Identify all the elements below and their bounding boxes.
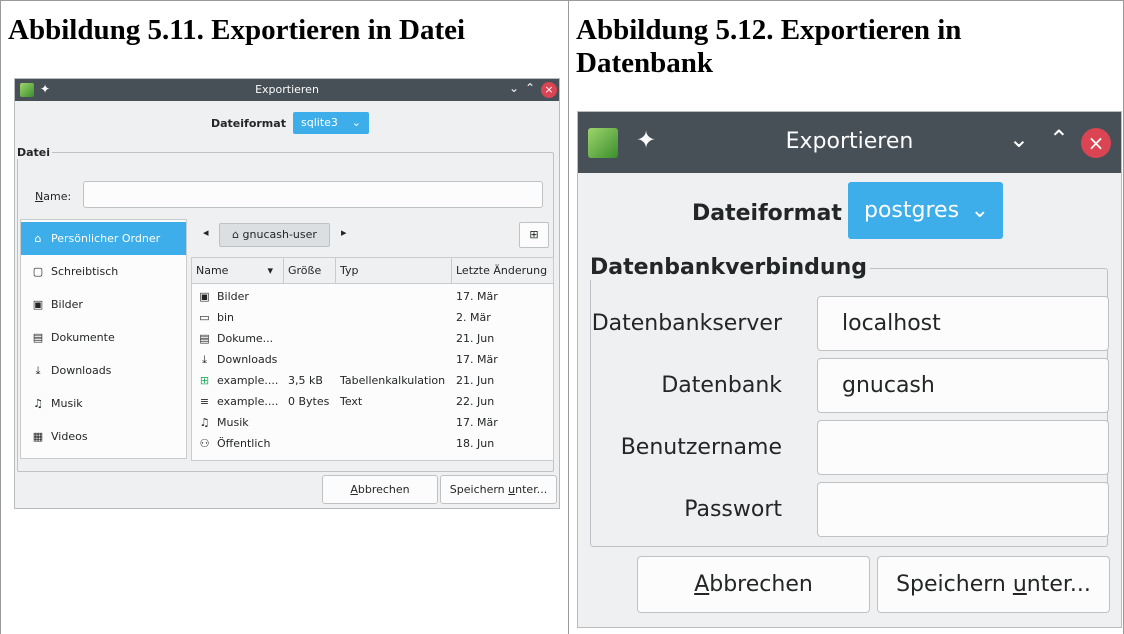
place-home[interactable]: ⌂ Persönlicher Ordner — [21, 222, 186, 255]
name-input[interactable] — [83, 181, 543, 208]
format-select[interactable]: sqlite3 ⌄ — [293, 112, 369, 134]
place-label: Dokumente — [51, 331, 115, 344]
documents-icon: ▤ — [199, 332, 210, 345]
back-arrow-icon[interactable]: ◂ — [203, 226, 209, 239]
database-connection-label: Datenbankverbindung — [590, 255, 870, 280]
db-server-input[interactable]: localhost — [817, 296, 1109, 351]
downloads-icon: ⤓ — [202, 353, 207, 366]
public-icon: ⚇ — [199, 437, 210, 450]
table-row[interactable]: ▣ Bilder 17. Mär — [192, 286, 553, 307]
db-server-label: Datenbankserver — [591, 311, 782, 336]
table-column-divider — [568, 0, 569, 634]
close-icon[interactable]: × — [541, 82, 557, 98]
place-label: Bilder — [51, 298, 83, 311]
downloads-icon: ⤓ — [35, 364, 41, 377]
breadcrumb-label: gnucash-user — [242, 228, 317, 241]
location-bar: ◂ ⌂ gnucash-user ▸ ⊞ — [191, 220, 553, 250]
db-name-label: Datenbank — [661, 373, 782, 398]
column-header-type[interactable]: Typ — [336, 258, 452, 283]
spreadsheet-icon: ⊞ — [199, 374, 210, 387]
file-list-header: Name ▾ Größe Typ Letzte Änderung — [192, 258, 553, 284]
place-documents[interactable]: ▤ Dokumente — [21, 321, 186, 354]
table-row[interactable]: ♫ Musik 17. Mär — [192, 412, 553, 433]
maximize-icon[interactable]: ⌃ — [525, 81, 535, 95]
file-list: Name ▾ Größe Typ Letzte Änderung ▣ Bilder … — [191, 257, 554, 461]
format-label: Dateiformat — [211, 117, 286, 130]
table-row[interactable]: ≡ example.... 0 Bytes Text 22. Jun — [192, 391, 553, 412]
format-value: postgres — [864, 198, 960, 223]
minimize-icon[interactable]: ⌄ — [509, 81, 519, 95]
format-value: sqlite3 — [301, 116, 338, 129]
cancel-button[interactable]: Abbrechen — [637, 556, 870, 613]
new-folder-icon: ⊞ — [529, 228, 539, 241]
column-header-size[interactable]: Größe — [284, 258, 336, 283]
videos-icon: ▦ — [32, 430, 44, 443]
title-bar: ✦ Exportieren ⌄ ⌃ × — [15, 79, 559, 101]
table-row[interactable]: ▭ bin 2. Mär — [192, 307, 553, 328]
place-videos[interactable]: ▦ Videos — [21, 420, 186, 453]
new-folder-button[interactable]: ⊞ — [519, 222, 549, 248]
documents-icon: ▤ — [32, 331, 44, 344]
place-label: Persönlicher Ordner — [51, 232, 161, 245]
name-label: Name: — [35, 190, 72, 203]
table-row[interactable]: ▤ Dokume... 21. Jun — [192, 328, 553, 349]
place-pictures[interactable]: ▣ Bilder — [21, 288, 186, 321]
database-connection-group: Datenbankserver localhost Datenbank gnuc… — [590, 268, 1109, 547]
export-database-dialog: ✦ Exportieren ⌄ ⌃ × Dateiformat postgres… — [577, 111, 1122, 628]
home-icon: ⌂ — [34, 232, 42, 245]
place-label: Schreibtisch — [51, 265, 119, 278]
password-input[interactable] — [817, 482, 1109, 537]
pictures-icon: ▣ — [199, 290, 210, 303]
title-bar: ✦ Exportieren ⌄ ⌃ × — [578, 112, 1121, 173]
figure-caption-right: Abbildung 5.12. Exportieren in Datenbank — [576, 14, 962, 79]
table-row[interactable]: ⚇ Öffentlich 18. Jun — [192, 433, 553, 454]
chevron-down-icon: ⌄ — [970, 198, 989, 223]
place-music[interactable]: ♫ Musik — [21, 387, 186, 420]
home-icon: ⌂ — [232, 228, 243, 241]
place-desktop[interactable]: ▢ Schreibtisch — [21, 255, 186, 288]
folder-icon: ▭ — [199, 311, 210, 324]
pictures-icon: ▣ — [32, 298, 44, 311]
column-header-name[interactable]: Name ▾ — [192, 258, 284, 283]
place-label: Videos — [51, 430, 88, 443]
export-file-dialog: ✦ Exportieren ⌄ ⌃ × Dateiformat sqlite3 … — [14, 78, 560, 509]
places-sidebar: ⌂ Persönlicher Ordner ▢ Schreibtisch ▣ Bild… — [20, 219, 187, 459]
chevron-down-icon: ⌄ — [351, 116, 361, 129]
window-title: Exportieren — [785, 129, 914, 154]
table-top-border — [0, 0, 1124, 1]
table-row[interactable]: ⊞ example.... 3,5 kB Tabellenkalkulation … — [192, 370, 553, 391]
maximize-icon[interactable]: ⌃ — [1049, 125, 1069, 153]
cancel-button[interactable]: Abbrechen — [322, 475, 438, 504]
window-title: Exportieren — [255, 83, 319, 96]
username-input[interactable] — [817, 420, 1109, 475]
username-label: Benutzername — [620, 435, 782, 460]
text-file-icon: ≡ — [199, 395, 210, 408]
desktop-icon: ▢ — [32, 265, 44, 278]
format-label: Dateiformat — [692, 201, 842, 226]
place-downloads[interactable]: ⤓ Downloads — [21, 354, 186, 387]
save-as-button[interactable]: Speichern unter... — [877, 556, 1110, 613]
minimize-icon[interactable]: ⌄ — [1009, 125, 1029, 153]
place-label: Downloads — [51, 364, 112, 377]
format-select[interactable]: postgres ⌄ — [848, 182, 1003, 239]
forward-arrow-icon[interactable]: ▸ — [341, 226, 347, 239]
document-page: Abbildung 5.11. Exportieren in Datei Abb… — [0, 0, 1124, 634]
table-left-border — [0, 0, 1, 634]
place-label: Musik — [51, 397, 83, 410]
close-icon[interactable]: × — [1081, 128, 1111, 158]
column-header-modified[interactable]: Letzte Änderung — [452, 258, 553, 283]
music-icon: ♫ — [199, 416, 210, 429]
file-group-label: Datei — [17, 146, 53, 159]
music-icon: ♫ — [33, 397, 43, 410]
save-as-button[interactable]: Speichern unter... — [440, 475, 557, 504]
db-name-input[interactable]: gnucash — [817, 358, 1109, 413]
sort-down-icon: ▾ — [267, 264, 273, 277]
breadcrumb[interactable]: ⌂ gnucash-user — [219, 223, 330, 247]
password-label: Passwort — [684, 497, 782, 522]
table-row[interactable]: ⤓ Downloads 17. Mär — [192, 349, 553, 370]
figure-caption-left: Abbildung 5.11. Exportieren in Datei — [8, 14, 466, 46]
